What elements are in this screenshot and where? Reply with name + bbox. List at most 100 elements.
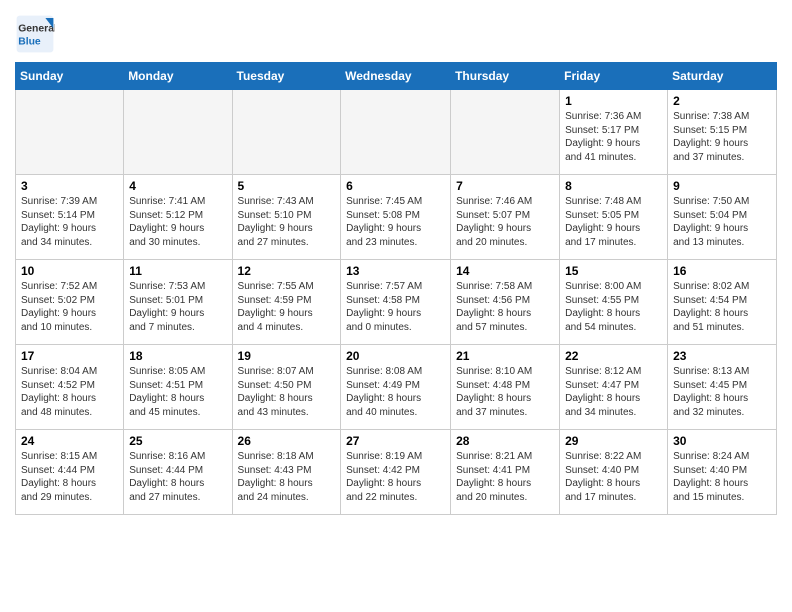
day-number: 17: [21, 349, 118, 363]
calendar-week-row: 24Sunrise: 8:15 AM Sunset: 4:44 PM Dayli…: [16, 430, 777, 515]
calendar-cell: 12 Sunrise: 7:55 AM Sunset: 4:59 PM Dayli…: [232, 260, 341, 345]
calendar-cell: 13 Sunrise: 7:57 AM Sunset: 4:58 PM Dayli…: [341, 260, 451, 345]
day-number: 9: [673, 179, 771, 193]
calendar-cell: 26Sunrise: 8:18 AM Sunset: 4:43 PM Dayli…: [232, 430, 341, 515]
calendar-week-row: 10 Sunrise: 7:52 AM Sunset: 5:02 PM Dayli…: [16, 260, 777, 345]
day-number: 10: [21, 264, 118, 278]
day-number: 19: [238, 349, 336, 363]
calendar-cell: 30 Sunrise: 8:24 AM Sunset: 4:40 PM Dayli…: [668, 430, 777, 515]
column-header-friday: Friday: [560, 63, 668, 90]
calendar-cell: 24Sunrise: 8:15 AM Sunset: 4:44 PM Dayli…: [16, 430, 124, 515]
day-info: Sunrise: 8:10 AM Sunset: 4:48 PM Dayligh…: [456, 365, 554, 419]
calendar-cell: 23 Sunrise: 8:13 AM Sunset: 4:45 PM Dayli…: [668, 345, 777, 430]
day-number: 21: [456, 349, 554, 363]
day-number: 15: [565, 264, 662, 278]
day-info: Sunrise: 8:00 AM Sunset: 4:55 PM Dayligh…: [565, 280, 662, 334]
day-info: Sunrise: 8:21 AM Sunset: 4:41 PM Dayligh…: [456, 450, 554, 504]
calendar-cell: 18Sunrise: 8:05 AM Sunset: 4:51 PM Dayli…: [124, 345, 232, 430]
day-info: Sunrise: 8:24 AM Sunset: 4:40 PM Dayligh…: [673, 450, 771, 504]
day-number: 22: [565, 349, 662, 363]
day-info: Sunrise: 8:04 AM Sunset: 4:52 PM Dayligh…: [21, 365, 118, 419]
day-info: Sunrise: 7:38 AM Sunset: 5:15 PM Dayligh…: [673, 110, 771, 164]
day-number: 3: [21, 179, 118, 193]
day-info: Sunrise: 7:57 AM Sunset: 4:58 PM Dayligh…: [346, 280, 445, 334]
day-info: Sunrise: 8:19 AM Sunset: 4:42 PM Dayligh…: [346, 450, 445, 504]
day-info: Sunrise: 7:46 AM Sunset: 5:07 PM Dayligh…: [456, 195, 554, 249]
day-number: 13: [346, 264, 445, 278]
column-header-saturday: Saturday: [668, 63, 777, 90]
calendar-cell: 10 Sunrise: 7:52 AM Sunset: 5:02 PM Dayli…: [16, 260, 124, 345]
calendar-cell: 25Sunrise: 8:16 AM Sunset: 4:44 PM Dayli…: [124, 430, 232, 515]
calendar-cell: 3 Sunrise: 7:39 AM Sunset: 5:14 PM Daylig…: [16, 175, 124, 260]
calendar-cell: 22Sunrise: 8:12 AM Sunset: 4:47 PM Dayli…: [560, 345, 668, 430]
day-info: Sunrise: 8:22 AM Sunset: 4:40 PM Dayligh…: [565, 450, 662, 504]
day-info: Sunrise: 7:52 AM Sunset: 5:02 PM Dayligh…: [21, 280, 118, 334]
day-number: 8: [565, 179, 662, 193]
calendar-cell: 8Sunrise: 7:48 AM Sunset: 5:05 PM Daylig…: [560, 175, 668, 260]
calendar-cell: 11 Sunrise: 7:53 AM Sunset: 5:01 PM Dayli…: [124, 260, 232, 345]
day-number: 6: [346, 179, 445, 193]
column-header-thursday: Thursday: [451, 63, 560, 90]
day-info: Sunrise: 8:13 AM Sunset: 4:45 PM Dayligh…: [673, 365, 771, 419]
day-info: Sunrise: 7:53 AM Sunset: 5:01 PM Dayligh…: [129, 280, 226, 334]
calendar-cell: 9 Sunrise: 7:50 AM Sunset: 5:04 PM Daylig…: [668, 175, 777, 260]
calendar-cell: 2 Sunrise: 7:38 AM Sunset: 5:15 PM Daylig…: [668, 90, 777, 175]
day-number: 11: [129, 264, 226, 278]
logo-icon: GeneralBlue: [15, 14, 55, 54]
calendar-cell: 28 Sunrise: 8:21 AM Sunset: 4:41 PM Dayli…: [451, 430, 560, 515]
day-number: 30: [673, 434, 771, 448]
day-info: Sunrise: 8:02 AM Sunset: 4:54 PM Dayligh…: [673, 280, 771, 334]
day-info: Sunrise: 8:07 AM Sunset: 4:50 PM Dayligh…: [238, 365, 336, 419]
logo: GeneralBlue: [15, 14, 59, 54]
calendar-cell: 20 Sunrise: 8:08 AM Sunset: 4:49 PM Dayli…: [341, 345, 451, 430]
calendar-cell: 15 Sunrise: 8:00 AM Sunset: 4:55 PM Dayli…: [560, 260, 668, 345]
calendar-cell: 17 Sunrise: 8:04 AM Sunset: 4:52 PM Dayli…: [16, 345, 124, 430]
calendar-cell: [232, 90, 341, 175]
calendar: SundayMondayTuesdayWednesdayThursdayFrid…: [15, 62, 777, 515]
day-info: Sunrise: 7:41 AM Sunset: 5:12 PM Dayligh…: [129, 195, 226, 249]
calendar-cell: [124, 90, 232, 175]
svg-text:Blue: Blue: [18, 36, 41, 47]
day-info: Sunrise: 8:16 AM Sunset: 4:44 PM Dayligh…: [129, 450, 226, 504]
day-number: 7: [456, 179, 554, 193]
calendar-header-row: SundayMondayTuesdayWednesdayThursdayFrid…: [16, 63, 777, 90]
day-number: 1: [565, 94, 662, 108]
day-info: Sunrise: 8:08 AM Sunset: 4:49 PM Dayligh…: [346, 365, 445, 419]
calendar-cell: 19 Sunrise: 8:07 AM Sunset: 4:50 PM Dayli…: [232, 345, 341, 430]
column-header-wednesday: Wednesday: [341, 63, 451, 90]
day-info: Sunrise: 7:45 AM Sunset: 5:08 PM Dayligh…: [346, 195, 445, 249]
day-info: Sunrise: 8:18 AM Sunset: 4:43 PM Dayligh…: [238, 450, 336, 504]
calendar-cell: [451, 90, 560, 175]
day-number: 24: [21, 434, 118, 448]
calendar-cell: 4 Sunrise: 7:41 AM Sunset: 5:12 PM Daylig…: [124, 175, 232, 260]
day-info: Sunrise: 7:58 AM Sunset: 4:56 PM Dayligh…: [456, 280, 554, 334]
column-header-tuesday: Tuesday: [232, 63, 341, 90]
calendar-week-row: 3 Sunrise: 7:39 AM Sunset: 5:14 PM Daylig…: [16, 175, 777, 260]
calendar-cell: 27 Sunrise: 8:19 AM Sunset: 4:42 PM Dayli…: [341, 430, 451, 515]
day-number: 23: [673, 349, 771, 363]
day-number: 4: [129, 179, 226, 193]
calendar-cell: 29Sunrise: 8:22 AM Sunset: 4:40 PM Dayli…: [560, 430, 668, 515]
day-number: 18: [129, 349, 226, 363]
day-number: 12: [238, 264, 336, 278]
calendar-week-row: 1 Sunrise: 7:36 AM Sunset: 5:17 PM Daylig…: [16, 90, 777, 175]
day-number: 16: [673, 264, 771, 278]
day-number: 14: [456, 264, 554, 278]
calendar-cell: 21 Sunrise: 8:10 AM Sunset: 4:48 PM Dayli…: [451, 345, 560, 430]
calendar-cell: 16 Sunrise: 8:02 AM Sunset: 4:54 PM Dayli…: [668, 260, 777, 345]
day-info: Sunrise: 7:50 AM Sunset: 5:04 PM Dayligh…: [673, 195, 771, 249]
day-info: Sunrise: 7:39 AM Sunset: 5:14 PM Dayligh…: [21, 195, 118, 249]
day-number: 2: [673, 94, 771, 108]
calendar-cell: 14 Sunrise: 7:58 AM Sunset: 4:56 PM Dayli…: [451, 260, 560, 345]
calendar-cell: [341, 90, 451, 175]
day-number: 5: [238, 179, 336, 193]
day-number: 27: [346, 434, 445, 448]
header: GeneralBlue: [15, 10, 777, 54]
day-number: 20: [346, 349, 445, 363]
day-info: Sunrise: 7:36 AM Sunset: 5:17 PM Dayligh…: [565, 110, 662, 164]
svg-text:General: General: [18, 24, 55, 35]
day-number: 28: [456, 434, 554, 448]
calendar-cell: [16, 90, 124, 175]
calendar-cell: 7 Sunrise: 7:46 AM Sunset: 5:07 PM Daylig…: [451, 175, 560, 260]
day-info: Sunrise: 7:55 AM Sunset: 4:59 PM Dayligh…: [238, 280, 336, 334]
